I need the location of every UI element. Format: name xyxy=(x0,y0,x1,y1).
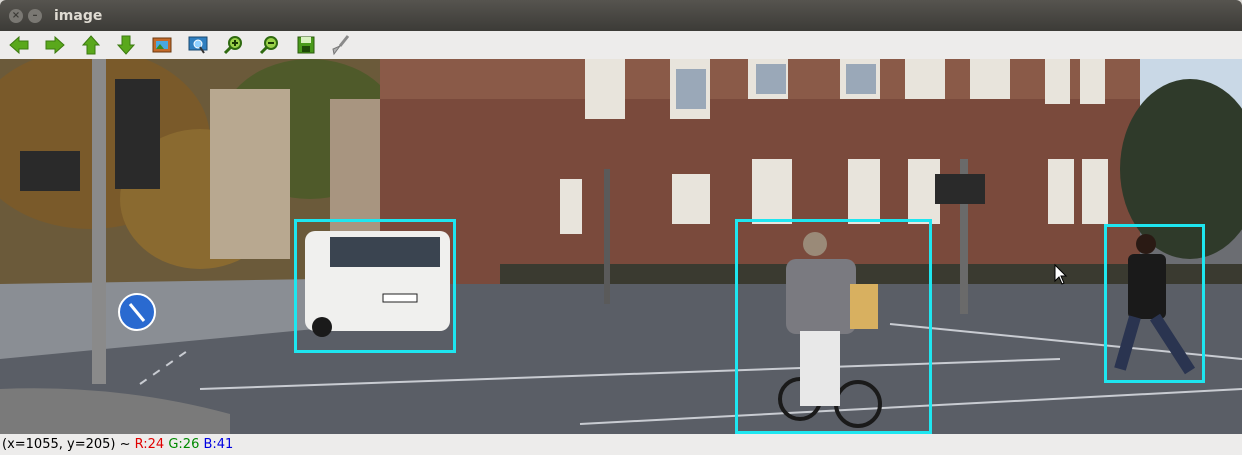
close-icon: × xyxy=(11,10,21,21)
zoom-region-icon[interactable] xyxy=(187,34,209,56)
cursor-coordinates: (x=1055, y=205) ~ xyxy=(2,437,135,452)
pixel-green-value: G:26 xyxy=(168,437,200,452)
down-arrow-icon[interactable] xyxy=(115,34,137,56)
back-arrow-icon[interactable] xyxy=(8,34,30,56)
window-titlebar: × – image xyxy=(0,0,1242,31)
close-button[interactable]: × xyxy=(9,9,23,23)
zoom-out-icon[interactable] xyxy=(259,34,281,56)
bounding-box-pedestrian xyxy=(1104,224,1205,383)
up-arrow-icon[interactable] xyxy=(80,34,102,56)
forward-arrow-icon[interactable] xyxy=(44,34,66,56)
pixel-blue-value: B:41 xyxy=(203,437,234,452)
minimize-button[interactable]: – xyxy=(28,9,42,23)
status-bar: (x=1055, y=205) ~ R:24 G:26 B:41 xyxy=(0,434,1242,455)
bounding-box-van xyxy=(294,219,456,353)
bounding-box-cyclist xyxy=(735,219,932,434)
minimize-icon: – xyxy=(32,10,38,21)
save-icon[interactable] xyxy=(295,34,317,56)
zoom-in-icon[interactable] xyxy=(223,34,245,56)
street-scene-image xyxy=(0,59,1242,434)
fit-image-icon[interactable] xyxy=(151,34,173,56)
window-title: image xyxy=(54,8,103,24)
pixel-red-value: R:24 xyxy=(134,437,165,452)
properties-brush-icon[interactable] xyxy=(330,34,352,56)
toolbar xyxy=(0,31,1242,60)
image-canvas[interactable] xyxy=(0,59,1242,434)
